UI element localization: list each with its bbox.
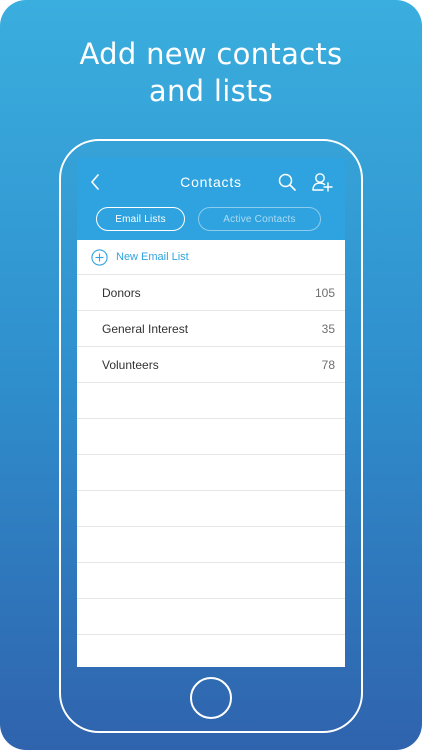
headline-line-2: and lists [148,74,274,108]
empty-row [77,599,345,635]
list-item-count: 78 [321,357,335,372]
headline: Add new contacts and lists [0,36,422,110]
list-item-count: 105 [314,285,335,300]
empty-row [77,491,345,527]
new-email-list-button[interactable]: New Email List [77,240,345,275]
empty-row [77,419,345,455]
list-item-count: 35 [321,321,335,336]
search-icon [278,173,296,191]
phone-screen: Contacts Email Lists Active Contacts New… [77,158,345,667]
empty-row [77,455,345,491]
screen-title: Contacts [180,174,242,190]
tab-email-lists[interactable]: Email Lists [96,207,185,231]
list-item-donors[interactable]: Donors 105 [77,275,345,311]
app-store-screenshot: Add new contacts and lists Contacts Emai… [0,0,422,750]
home-button[interactable] [190,677,232,719]
search-button[interactable] [277,172,297,192]
app-header: Contacts Email Lists Active Contacts [77,158,345,240]
add-contact-button[interactable] [311,171,333,193]
plus-circle-icon [91,248,108,266]
list-item-volunteers[interactable]: Volunteers 78 [77,347,345,383]
new-email-list-label: New Email List [116,251,189,263]
tab-active-contacts[interactable]: Active Contacts [198,207,321,231]
add-person-icon [312,173,333,192]
list-item-name: General Interest [102,321,189,336]
email-list: Donors 105 General Interest 35 Volunteer… [77,275,345,667]
list-item-name: Volunteers [102,357,159,372]
empty-row [77,635,345,667]
list-item-name: Donors [102,285,141,300]
list-item-general-interest[interactable]: General Interest 35 [77,311,345,347]
empty-row [77,527,345,563]
headline-line-1: Add new contacts [79,37,343,71]
empty-row [77,563,345,599]
empty-row [77,383,345,419]
